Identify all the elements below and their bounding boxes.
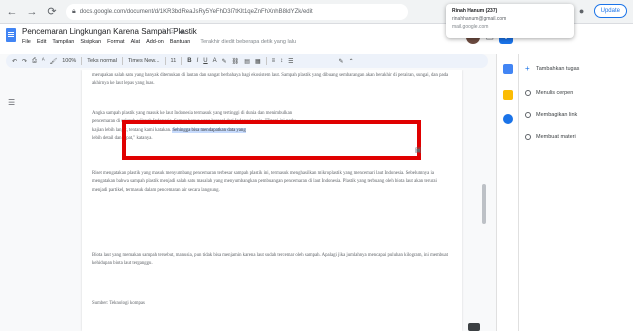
vertical-scrollbar[interactable] — [480, 74, 488, 331]
add-task-label: Tambahkan tugas — [536, 66, 580, 72]
highlight-icon[interactable]: ✎ — [222, 58, 227, 65]
explore-button[interactable] — [468, 323, 480, 331]
profile-icon[interactable]: ● — [576, 5, 588, 17]
keep-icon[interactable] — [503, 90, 513, 100]
paragraph-4[interactable]: Biota laut yang memakan sampah tersebut,… — [92, 252, 452, 269]
lock-icon: 🔒︎ — [72, 7, 76, 15]
menu-edit[interactable]: Edit — [37, 39, 46, 45]
account-popup[interactable]: Rinah Hanum (237) rinahhanum@gmail.com m… — [446, 4, 574, 38]
annotation-highlight-box — [122, 120, 421, 160]
title-actions: ☆⊡☁ — [160, 27, 188, 35]
redo-icon[interactable]: ↷ — [22, 58, 27, 65]
align-icon[interactable]: ≡ — [272, 58, 276, 64]
task-item[interactable]: Membagikan link — [525, 112, 577, 118]
move-folder-icon[interactable]: ⊡ — [169, 28, 178, 35]
cloud-status-icon: ☁ — [178, 28, 189, 35]
url-text: docs.google.com/document/d/1KR3bdReaJsRy… — [79, 8, 313, 15]
paragraph-1[interactable]: merupakan salah satu yang banyak ditemuk… — [92, 72, 452, 89]
menu-insert[interactable]: Sisipkan — [80, 39, 101, 45]
task-item[interactable]: Menulis cerpen — [525, 90, 573, 96]
document-page[interactable]: merupakan salah satu yang banyak ditemuk… — [82, 70, 462, 331]
print-icon[interactable]: ⎙ — [32, 58, 37, 65]
tasks-icon[interactable] — [503, 114, 513, 124]
side-panel-icons — [496, 54, 518, 331]
collapse-toolbar-icon[interactable]: ⌃ — [349, 58, 354, 65]
paint-format-icon[interactable]: 🖌︎ — [50, 58, 58, 65]
docs-logo-icon[interactable] — [6, 28, 16, 42]
line-spacing-icon[interactable]: ↕ — [280, 58, 283, 64]
add-comment-icon[interactable]: ▣ — [415, 146, 422, 154]
task-label: Membagikan link — [536, 112, 578, 118]
task-checkbox[interactable] — [525, 112, 531, 118]
link-icon[interactable]: ⛓ — [232, 58, 240, 65]
divider — [121, 57, 123, 65]
underline-icon[interactable]: U — [203, 58, 207, 64]
insert-comment-icon[interactable]: ▤ — [244, 58, 250, 65]
address-bar[interactable]: 🔒︎ docs.google.com/document/d/1KR3bdReaJ… — [66, 3, 408, 20]
format-toolbar: ↶ ↷ ⎙ ᴬ 🖌︎ 100% Teks normal Times New...… — [6, 54, 488, 68]
font-select[interactable]: Times New... — [128, 58, 160, 64]
screen: ← → ⟳ 🔒︎ docs.google.com/document/d/1KR3… — [0, 0, 633, 331]
menu-addons[interactable]: Add-on — [146, 39, 164, 45]
tasks-panel: + Tambahkan tugas Menulis cerpen Membagi… — [518, 54, 633, 331]
back-icon[interactable]: ← — [4, 4, 20, 20]
task-item[interactable]: Membuat materi — [525, 134, 576, 140]
update-button[interactable]: Update — [593, 4, 627, 18]
spellcheck-icon[interactable]: ᴬ — [42, 58, 45, 64]
insert-image-icon[interactable]: ▦ — [255, 58, 261, 65]
document-canvas: merupakan salah satu yang banyak ditemuk… — [80, 70, 476, 331]
menu-file[interactable]: File — [22, 39, 31, 45]
paragraph-3[interactable]: Riset mengatakan plastik yang masuk meny… — [92, 170, 452, 195]
account-name: Rinah Hanum (237) — [452, 8, 498, 14]
style-select[interactable]: Teks normal — [87, 58, 117, 64]
paragraph-5[interactable]: Sumber: Teknologi kompas — [92, 300, 452, 308]
bold-icon[interactable]: B — [187, 58, 191, 64]
divider — [81, 57, 83, 65]
plus-icon: + — [525, 64, 530, 73]
task-checkbox[interactable] — [525, 134, 531, 140]
forward-icon[interactable]: → — [24, 4, 40, 20]
menu-view[interactable]: Tampilan — [52, 39, 74, 45]
undo-icon[interactable]: ↶ — [12, 58, 17, 65]
document-outline-icon[interactable]: ☰ — [8, 98, 15, 107]
editing-mode-icon[interactable]: ✎ — [339, 58, 344, 65]
left-gutter: ☰ — [0, 70, 80, 331]
last-edit-status[interactable]: Terakhir diedit beberapa detik yang lalu — [200, 39, 296, 45]
divider — [265, 57, 267, 65]
task-checkbox[interactable] — [525, 90, 531, 96]
add-task-button[interactable]: + Tambahkan tugas — [525, 64, 580, 73]
scrollbar-thumb[interactable] — [482, 184, 486, 224]
reload-icon[interactable]: ⟳ — [44, 4, 60, 20]
menu-help[interactable]: Bantuan — [170, 39, 191, 45]
account-email: rinahhanum@gmail.com — [452, 16, 507, 22]
font-size-select[interactable]: 11 — [171, 58, 177, 64]
star-icon[interactable]: ☆ — [160, 28, 169, 35]
list-icon[interactable]: ☰ — [288, 58, 293, 65]
menu-bar: File Edit Tampilan Sisipkan Format Alat … — [22, 39, 296, 45]
text-color-icon[interactable]: A — [213, 58, 217, 64]
italic-icon[interactable]: I — [197, 58, 199, 64]
menu-format[interactable]: Format — [107, 39, 124, 45]
calendar-icon[interactable] — [503, 64, 513, 74]
task-label: Membuat materi — [536, 134, 576, 140]
task-label: Menulis cerpen — [536, 90, 574, 96]
divider — [181, 57, 183, 65]
paragraph-2-line-1: Angka sampah plastik yang masuk ke laut … — [92, 111, 293, 116]
zoom-select[interactable]: 100% — [62, 58, 76, 64]
menu-tools[interactable]: Alat — [131, 39, 140, 45]
account-source: mail.google.com — [452, 24, 489, 30]
divider — [164, 57, 166, 65]
